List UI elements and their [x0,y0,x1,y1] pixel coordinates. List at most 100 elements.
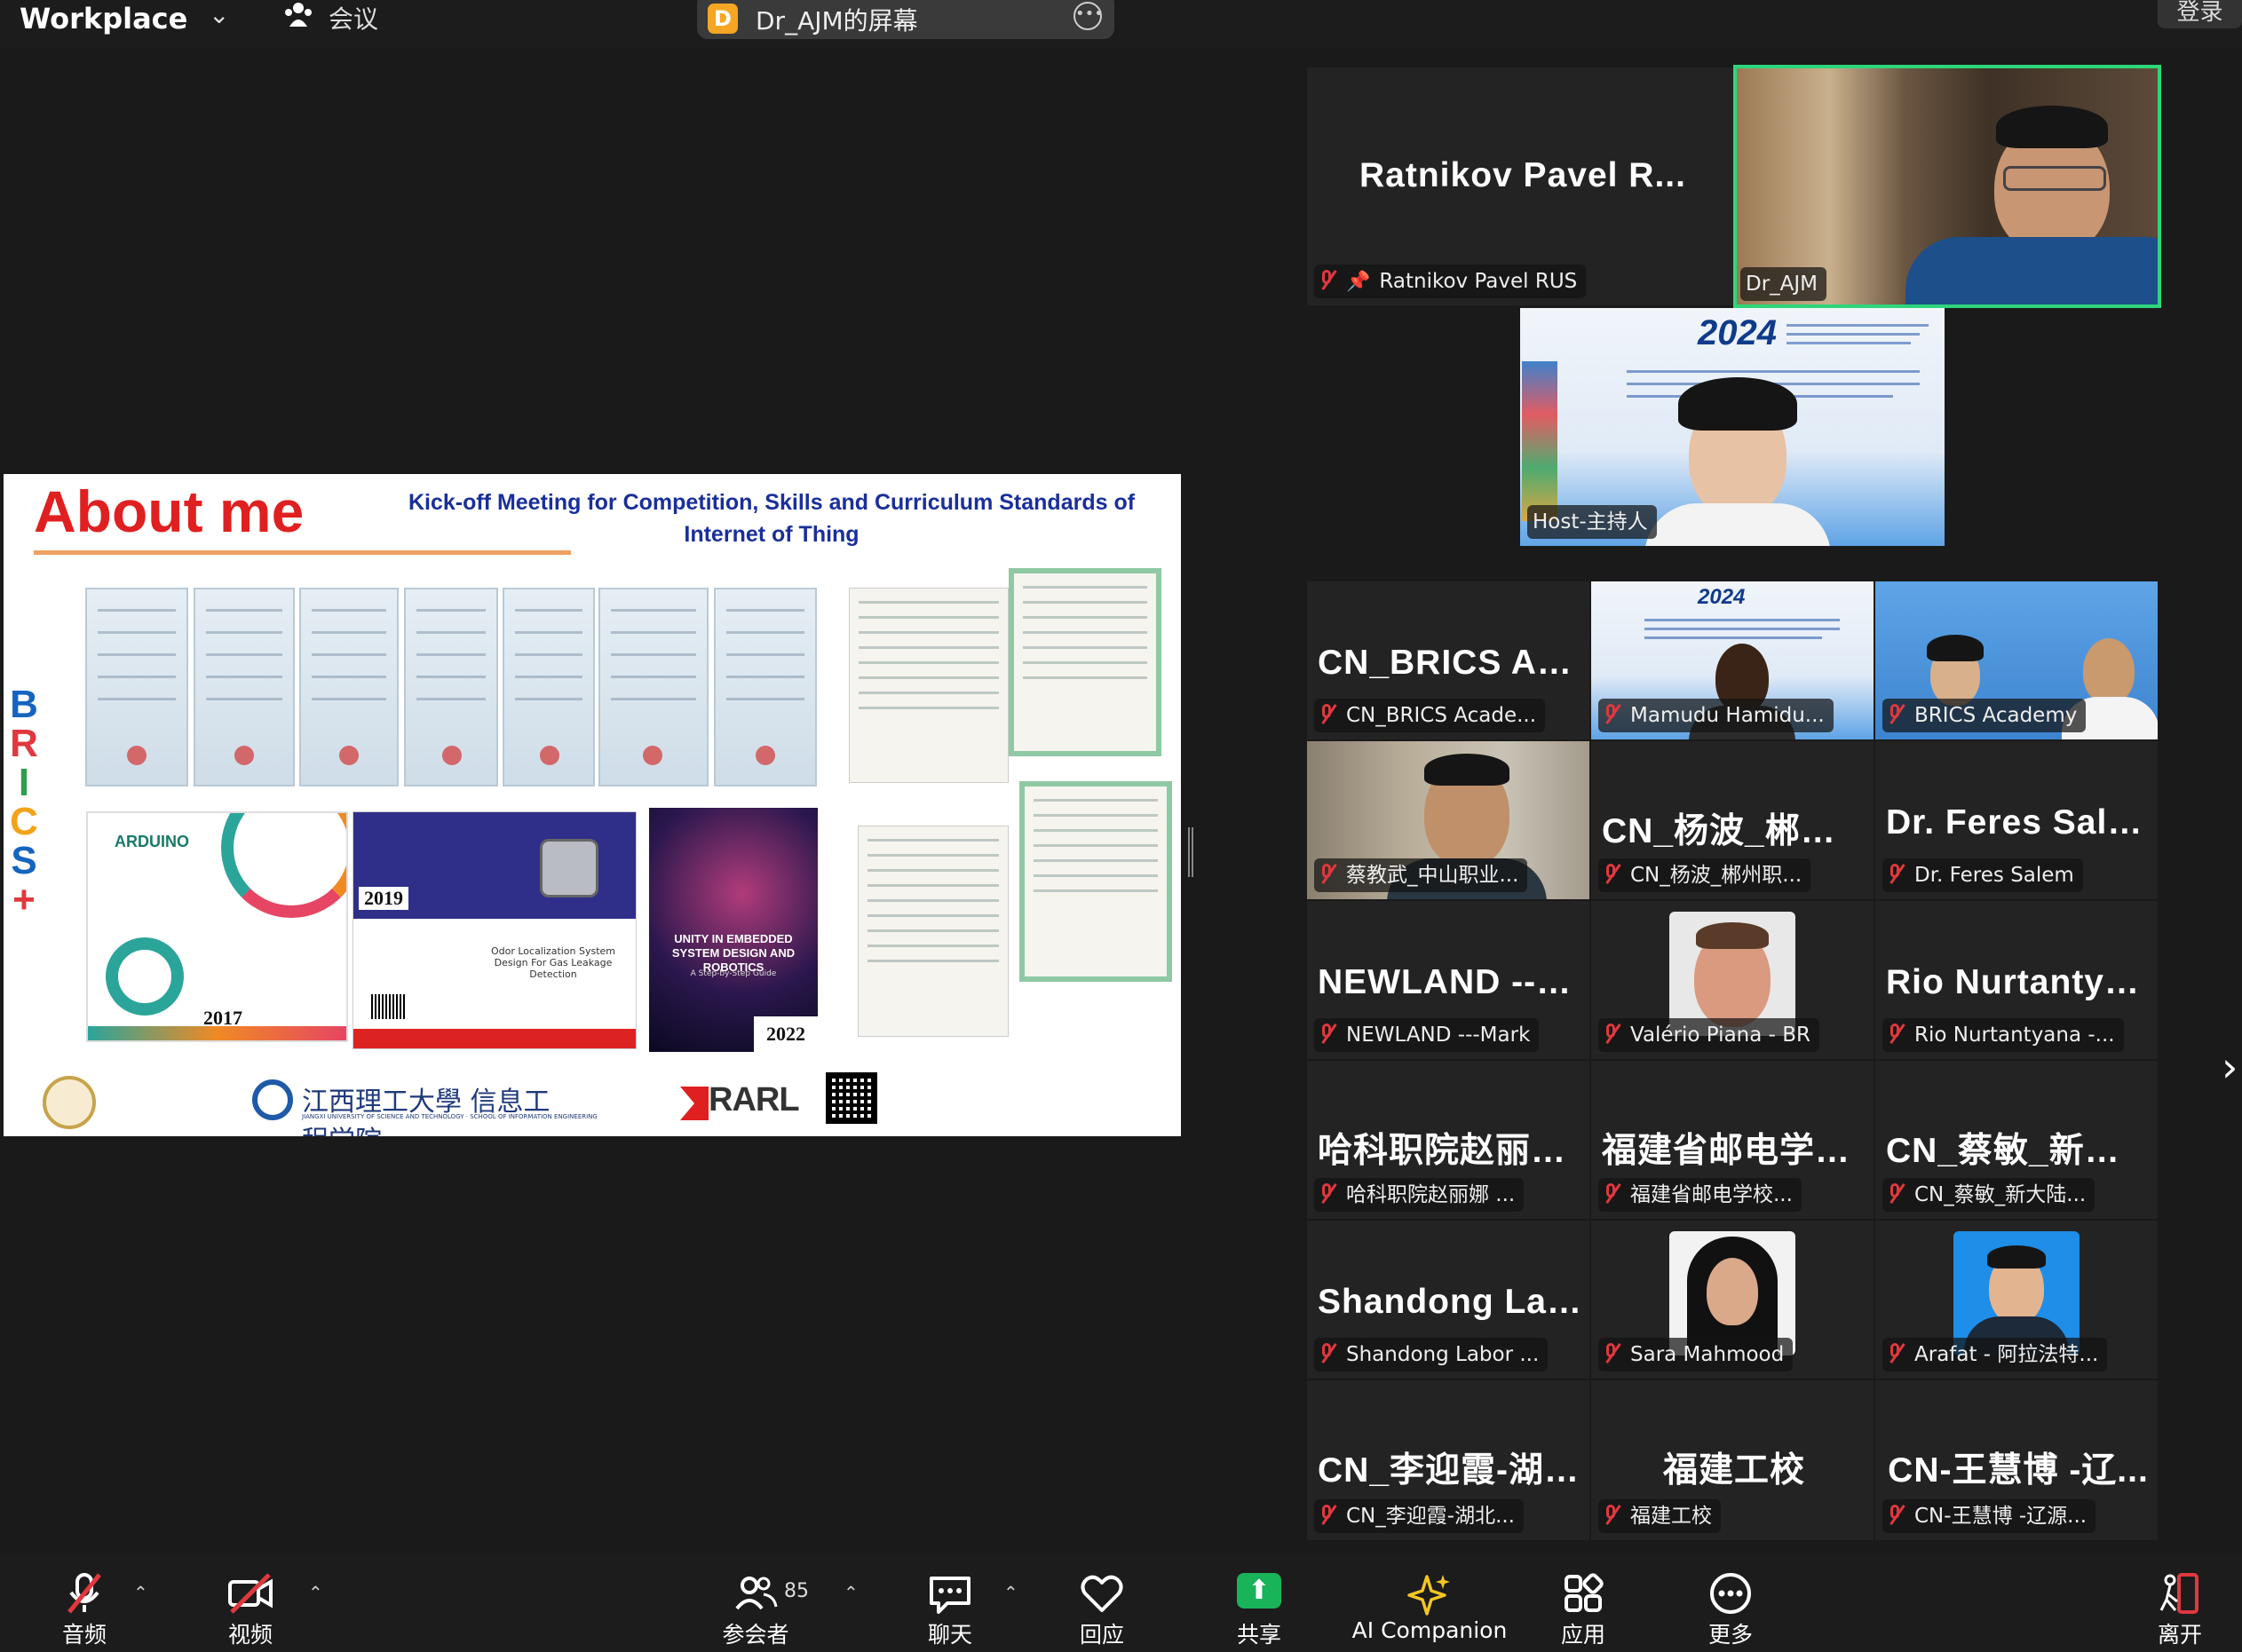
tile-display-name: 福建省邮电学校... [1602,1132,1866,1170]
tile-name-label: 福建省邮电学校... [1598,1178,1802,1212]
gallery-tile[interactable]: 哈科职院赵丽娜... 哈科职院赵丽娜 ... [1307,1061,1589,1219]
brics-letter: R [10,722,38,765]
participants-label: 参会者 [722,1622,789,1648]
react-button[interactable]: 回应 [1035,1553,1169,1652]
gallery-tile[interactable]: 2024 Mamudu Hamidu... [1591,581,1874,739]
certificate-image [598,588,709,786]
leave-icon [2159,1573,2198,1614]
gallery-tile[interactable]: Dr. Feres Salem Dr. Feres Salem [1875,741,2158,899]
mic-muted-icon [1319,268,1335,293]
leave-button[interactable]: 离开 [2113,1553,2242,1652]
tile-name-label: Arafat - 阿拉法特... [1882,1338,2108,1371]
barcode [371,994,407,1019]
chevron-up-icon[interactable]: ⌃ [1003,1582,1018,1603]
brics-letter: C [10,800,38,843]
gallery-tile[interactable]: BRICS Academy [1875,581,2158,739]
gallery-tile[interactable]: CN_杨波_郴州职... CN_杨波_郴州职... [1591,741,1874,899]
chat-label: 聊天 [927,1622,972,1648]
tile-display-name: Shandong Labor... [1318,1283,1582,1321]
gallery-tile[interactable]: 蔡教武_中山职业... [1307,741,1589,899]
gallery-tile[interactable]: CN-王慧博 -辽... CN-王慧博 -辽源... [1875,1380,2158,1540]
brics-logo: B R I C S + [7,685,41,920]
gallery-tile[interactable]: 福建工校 福建工校 [1591,1380,1874,1540]
video-button[interactable]: 视频 [184,1553,317,1652]
panel-resize-handle[interactable] [1188,827,1193,877]
video-label: 视频 [227,1622,273,1648]
gallery-tile[interactable]: Arafat - 阿拉法特... [1875,1221,2158,1379]
mic-muted-icon [1319,1182,1335,1206]
gallery-tile[interactable]: Sara Mahmood [1591,1221,1874,1379]
mic-muted-icon [1319,1503,1335,1528]
tile-name-label: Rio Nurtantyana -... [1882,1018,2124,1052]
participants-button[interactable]: 参会者 [689,1553,822,1652]
heart-icon [1081,1575,1123,1612]
tile-name-label: CN_李迎霞-湖北... [1314,1499,1524,1533]
tile-ratnikov[interactable]: Ratnikov Pavel R... 📌 Ratnikov Pavel RUS [1307,67,1735,305]
ai-companion-button[interactable]: AI Companion [1345,1553,1514,1652]
gallery-tile[interactable]: Shandong Labor... Shandong Labor ... [1307,1221,1589,1379]
robot-illustration [540,839,598,897]
tile-display-name: Ratnikov Pavel R... [1359,156,1686,194]
mic-muted-icon [1888,1182,1904,1206]
mic-muted-icon [1319,1022,1335,1047]
mic-muted-icon [1604,1341,1620,1366]
chevron-up-icon[interactable]: ⌃ [844,1582,859,1603]
meeting-toolbar: 音频 ⌃ 视频 ⌃ 参会者 85 ⌃ 聊天 ⌃ 回应 ⬆ 共享 AI Compa… [0,1553,2242,1652]
gallery-tile[interactable]: NEWLAND ---M... NEWLAND ---Mark [1307,901,1589,1059]
gallery-tile[interactable]: 福建省邮电学校... 福建省邮电学校... [1591,1061,1874,1219]
audio-button[interactable]: 音频 [18,1553,151,1652]
chevron-right-icon[interactable]: › [2222,1043,2238,1091]
tile-name-label: CN_蔡敏_新大陆... [1882,1178,2095,1212]
patent-document [1019,781,1172,982]
meeting-people-icon[interactable] [282,0,314,30]
chevron-down-icon[interactable]: ⌄ [209,0,229,29]
gallery-tile[interactable]: CN_李迎霞-湖北... CN_李迎霞-湖北... [1307,1380,1589,1540]
more-button[interactable]: 更多 [1664,1553,1797,1652]
book-arduino-word: ARDUINO [115,833,189,850]
mic-muted-icon [1604,862,1620,887]
tile-display-name: Dr. Feres Salem [1886,803,2151,842]
university-seal [43,1076,96,1129]
share-label: 共享 [1236,1622,1281,1648]
mic-muted-icon [1604,1182,1620,1206]
tile-name-label: CN_BRICS Acade... [1314,699,1546,732]
apps-button[interactable]: 应用 [1517,1553,1650,1652]
book-unity-subtitle: A Step-by-Step Guide [690,969,777,978]
meeting-menu[interactable]: 会议 [329,0,378,36]
gallery-tile[interactable]: Rio Nurtantyan... Rio Nurtantyana -... [1875,901,2158,1059]
gallery-tile[interactable]: CN_蔡敏_新大陆... CN_蔡敏_新大陆... [1875,1061,2158,1219]
brics-letter: I [18,761,30,804]
react-label: 回应 [1079,1622,1124,1648]
tile-dr-ajm[interactable]: Dr_AJM [1733,65,2161,308]
chat-button[interactable]: 聊天 [883,1553,1017,1652]
more-icon[interactable]: ••• [1073,2,1104,30]
login-button[interactable]: 登录 [2158,0,2242,28]
tile-display-name: CN_蔡敏_新大陆... [1886,1132,2151,1170]
tile-name-label: CN-王慧博 -辽源... [1882,1499,2096,1533]
gallery-tile[interactable]: Valério Piana - BR [1591,901,1874,1059]
mic-muted-icon [1888,862,1904,887]
book-unity-title: UNITY IN EMBEDDED SYSTEM DESIGN AND ROBO… [671,932,796,974]
tile-name-label: 哈科职院赵丽娜 ... [1314,1178,1525,1212]
book-cover-odor: 2019 Odor Localization System Design For… [353,811,637,1049]
book-cover-arduino: ARDUINO 2017 [86,811,348,1042]
tile-host[interactable]: 2024 Host-主持人 [1520,308,1945,546]
tile-display-name: CN_李迎霞-湖北... [1318,1451,1582,1490]
chevron-up-icon[interactable]: ⌃ [133,1582,148,1603]
app-name[interactable]: Workplace [20,2,187,36]
gallery-tile[interactable]: CN_BRICS Acad... CN_BRICS Acade... [1307,581,1589,739]
tile-name-label: Sara Mahmood [1598,1338,1794,1371]
mic-muted-icon [1888,1341,1904,1366]
share-button[interactable]: ⬆ 共享 [1192,1553,1326,1652]
participant-avatar [1669,912,1795,1036]
screen-share-indicator[interactable]: D Dr_AJM的屏幕 ••• [697,0,1114,39]
heading-underline [34,550,571,555]
chevron-up-icon[interactable]: ⌃ [308,1582,323,1603]
patent-document [1009,568,1161,756]
qr-code [826,1072,877,1124]
participant-avatar [1953,1231,2080,1356]
tile-name-label: Dr_AJM [1740,267,1827,301]
mic-muted-icon [1319,1341,1335,1366]
patent-document [858,826,1009,1037]
tile-name-label: Host-主持人 [1527,505,1657,539]
